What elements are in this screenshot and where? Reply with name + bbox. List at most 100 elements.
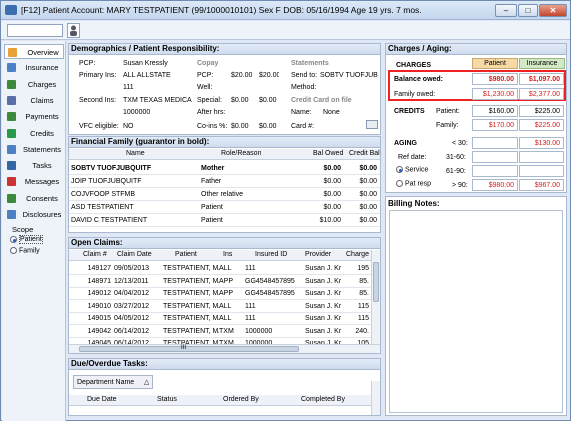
claims-hscroll-thumb[interactable] xyxy=(79,346,299,352)
patient-col-header: Patient xyxy=(472,58,518,69)
service-radio[interactable]: Service xyxy=(396,166,428,173)
method-label: Method: xyxy=(291,84,317,91)
claim-row[interactable]: 149015 04/05/2012 TESTPATIENT, MA ALL 111 Sus… xyxy=(69,313,371,325)
claim-cell-provider: Susan J. Kr xyxy=(305,277,342,285)
family-row[interactable]: COJVFOOP STFMB Other relative $0.00 $0.00 xyxy=(69,188,380,201)
claims-vscrollbar[interactable] xyxy=(371,250,380,344)
family-row[interactable]: SOBTV TUOFJUBQUITF Mother $0.00 $0.00 xyxy=(69,162,380,175)
second-ins-label: Second Ins: xyxy=(79,97,116,104)
aging-label: AGING xyxy=(394,140,417,147)
maximize-button[interactable]: □ xyxy=(518,4,538,17)
aging-lt30-ins-box: $130.00 xyxy=(519,137,564,149)
pat-resp-radio[interactable]: Pat resp xyxy=(396,180,431,187)
scope-family-radio[interactable]: Family xyxy=(10,247,40,254)
aging-gt90-ins: $967.00 xyxy=(534,182,560,189)
nav-item-statements[interactable]: Statements xyxy=(4,142,64,157)
claim-cell-ins: APP xyxy=(219,277,234,285)
app-icon xyxy=(5,5,17,15)
family-row[interactable]: DAVID C TESTPATIENT Patient $10.00 $0.00 xyxy=(69,214,380,227)
nav-item-charges[interactable]: Charges xyxy=(4,77,64,92)
nav-item-consents[interactable]: Consents xyxy=(4,191,64,206)
nav-item-label: Statements xyxy=(23,144,61,154)
claim-cell-patient: TESTPATIENT, MA xyxy=(163,265,219,272)
aging-gt90-label: > 90: xyxy=(452,182,468,189)
billing-notes-panel: Billing Notes: xyxy=(385,196,567,416)
family-cell-role: Mother xyxy=(201,165,225,172)
balance-patient-value: $980.00 xyxy=(488,76,514,83)
patient-search-input[interactable] xyxy=(7,24,63,37)
family-cell-name: SOBTV TUOFJUBQUITF xyxy=(71,165,152,172)
service-radio-label: Service xyxy=(405,166,429,174)
nav-item-claims[interactable]: Claims xyxy=(4,93,64,108)
family-row[interactable]: JOIP TUOFJUBQUITF Father $0.00 $0.00 xyxy=(69,175,380,188)
claims-vscroll-thumb[interactable] xyxy=(373,262,379,302)
claims-panel: Open Claims: Claim # Claim Date Patient … xyxy=(68,237,381,354)
claim-row[interactable]: 149127 09/05/2013 TESTPATIENT, MA ALL 111 Sus… xyxy=(69,263,371,275)
patient-account-window: [F12] Patient Account: MARY TESTPATIENT … xyxy=(0,0,571,421)
family-row[interactable]: ASD TESTPATIENT Patient $0.00 $0.00 xyxy=(69,201,380,214)
family-title: Financial Family (guarantor in bold): xyxy=(69,137,380,148)
claim-cell-ins: ALL xyxy=(219,265,232,272)
family-owed-label: Family owed: xyxy=(394,91,436,98)
nav-item-label: Messages xyxy=(24,177,60,187)
claim-row[interactable]: 148971 12/13/2011 TESTPATIENT, MA APP GG4548… xyxy=(69,276,371,288)
claims-grid-header: Claim # Claim Date Patient Ins Insured I… xyxy=(69,250,371,261)
aging-gt90-patient-box: $980.00 xyxy=(472,179,518,191)
claim-row[interactable]: 149010 03/27/2012 TESTPATIENT, MA ALL 111 Sus… xyxy=(69,301,371,313)
claims-hscrollbar[interactable]: III xyxy=(69,344,380,353)
family-cell-credit: $0.00 xyxy=(359,217,377,224)
aging-61-label: 61-90: xyxy=(446,168,466,175)
credits-family-b: $225.00 xyxy=(534,122,560,129)
statements-icon xyxy=(7,144,16,154)
nav-item-label: Insurance xyxy=(25,63,59,73)
tasks-col-status: Status xyxy=(157,396,177,403)
nav-item-messages[interactable]: Messages xyxy=(4,174,64,189)
scope-patient-radio[interactable]: Patient xyxy=(10,235,43,245)
balance-ins-value: $1,097.00 xyxy=(528,76,560,83)
aging-gt90-patient: $980.00 xyxy=(488,182,514,189)
minimize-button[interactable]: – xyxy=(495,4,517,17)
claim-cell-patient: TESTPATIENT, MA xyxy=(163,315,219,322)
primary-ins-value[interactable]: ALL ALLSTATE xyxy=(123,71,193,80)
aging-61-patient-box xyxy=(472,165,518,177)
insurance-col-header: Insurance xyxy=(519,58,565,69)
copay-pcp-b: $20.00 xyxy=(259,72,279,79)
family-col-credit: Credit Bal xyxy=(349,150,380,157)
nav-item-payments[interactable]: Payments xyxy=(4,109,64,124)
family-patient-box: $1,230.00 xyxy=(472,88,518,100)
claims-hscroll-grip: III xyxy=(181,345,187,351)
close-button[interactable]: ✕ xyxy=(539,4,567,17)
group-by-department[interactable]: Department Name △ xyxy=(73,375,153,389)
second-ins-value[interactable]: TXM TEXAS MEDICA xyxy=(123,96,193,105)
nav-item-insurance[interactable]: Insurance xyxy=(4,60,64,75)
insurance-card-icon xyxy=(7,63,16,73)
card-edit-button[interactable] xyxy=(366,120,378,129)
tasks-col-completedby: Completed By xyxy=(301,396,345,403)
family-cell-role: Patient xyxy=(201,204,223,211)
tasks-vscrollbar[interactable] xyxy=(371,381,380,415)
aging-31-label: 31-60: xyxy=(446,154,466,161)
tasks-col-duedate: Due Date xyxy=(87,396,117,403)
copay-special-a: $0.00 xyxy=(231,97,249,104)
nav-item-overview[interactable]: Overview xyxy=(4,44,64,59)
billing-notes-textarea[interactable] xyxy=(389,210,563,413)
family-cell-credit: $0.00 xyxy=(359,191,377,198)
claim-cell-claimno: 149015 xyxy=(87,315,111,322)
tasks-col-orderedby: Ordered By xyxy=(223,396,259,403)
family-cell-name: JOIP TUOFJUBQUITF xyxy=(71,178,142,185)
claim-row[interactable]: 149042 06/14/2012 TESTPATIENT, MA TXM 100000… xyxy=(69,326,371,338)
aging-lt30-ins: $130.00 xyxy=(534,140,560,147)
claim-cell-insuredid: GG4548457895 xyxy=(245,277,295,285)
nav-item-credits[interactable]: Credits xyxy=(4,126,64,141)
copay-pcp-label: PCP: xyxy=(197,72,214,79)
family-cell-bal: $0.00 xyxy=(323,165,341,172)
sendto-value[interactable]: SOBTV TUOFJUBQ xyxy=(320,71,378,80)
nav-item-disclosures[interactable]: Disclosures xyxy=(4,207,64,222)
family-patient-value: $1,230.00 xyxy=(482,91,514,98)
family-cell-role: Other relative xyxy=(201,191,244,198)
balance-ins-box: $1,097.00 xyxy=(519,73,564,85)
patient-lookup-button[interactable] xyxy=(67,23,80,38)
claim-row[interactable]: 149012 04/04/2012 TESTPATIENT, MA APP GG4548… xyxy=(69,288,371,300)
nav-item-tasks[interactable]: Tasks xyxy=(4,158,64,173)
statements-title: Statements xyxy=(291,60,329,67)
